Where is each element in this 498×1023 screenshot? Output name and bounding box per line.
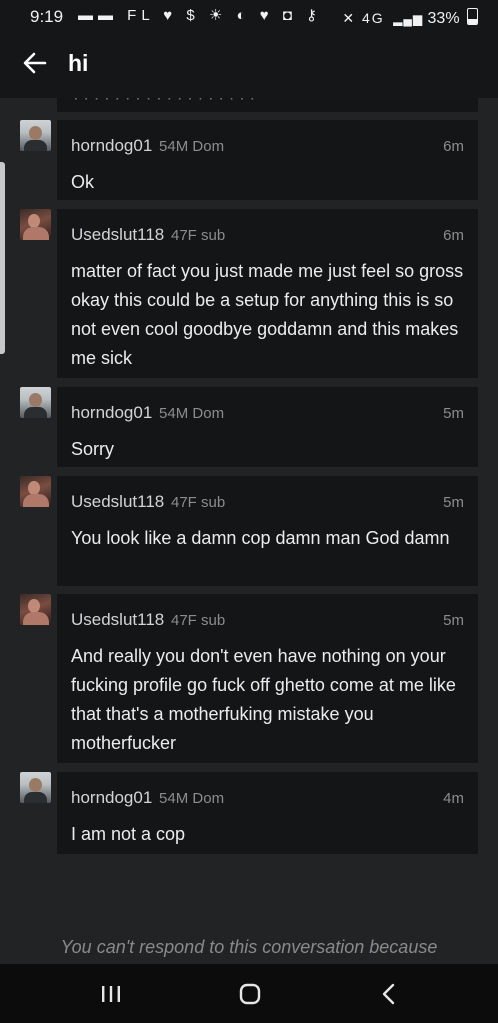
- username[interactable]: horndog01: [71, 788, 152, 807]
- message-bubble: horndog01 54M Dom 5m Sorry: [57, 387, 478, 467]
- back-icon[interactable]: [370, 978, 410, 1010]
- message-bubble: horndog01 54M Dom 4m I am not a cop: [57, 772, 478, 854]
- avatar[interactable]: [20, 209, 51, 240]
- username[interactable]: Usedslut118: [71, 225, 164, 244]
- user-info: 47F sub: [170, 612, 226, 629]
- battery-percent: 33%: [427, 10, 460, 27]
- previous-message-tail: · · · · · · · · · · · · · · · · · ·: [57, 98, 478, 112]
- message-meta: horndog01 54M Dom: [71, 136, 224, 156]
- message-time: 5m: [443, 405, 464, 422]
- user-info: 47F sub: [170, 227, 226, 244]
- message-text: And really you don't even have nothing o…: [71, 646, 456, 753]
- user-info: 54M Dom: [159, 405, 225, 422]
- message-text: Ok: [71, 172, 95, 192]
- message-time: 6m: [443, 138, 464, 155]
- status-time: 9:19: [30, 7, 64, 26]
- back-arrow-icon[interactable]: [20, 48, 50, 78]
- message-time: 4m: [443, 790, 464, 807]
- message-meta: horndog01 54M Dom: [71, 403, 224, 423]
- user-info: 47F sub: [170, 494, 226, 511]
- conversation-closed-notice: You can't respond to this conversation b…: [60, 937, 438, 957]
- message-text: You look like a damn cop damn man God da…: [71, 528, 450, 548]
- signal-bars-icon: ▂▄▆: [393, 12, 424, 26]
- message-meta: Usedslut118 47F sub: [71, 492, 225, 512]
- system-nav-bar: [0, 964, 498, 1023]
- message-time: 6m: [443, 227, 464, 244]
- conversation-list[interactable]: · · · · · · · · · · · · · · · · · · horn…: [0, 98, 498, 964]
- avatar[interactable]: [20, 476, 51, 507]
- message-bubble: Usedslut118 47F sub 6m matter of fact yo…: [57, 209, 478, 378]
- message-bubble: Usedslut118 47F sub 5m And really you do…: [57, 594, 478, 763]
- username[interactable]: horndog01: [71, 136, 152, 155]
- username[interactable]: horndog01: [71, 403, 152, 422]
- home-icon[interactable]: [230, 978, 270, 1010]
- message-meta: horndog01 54M Dom: [71, 788, 224, 808]
- user-info: 54M Dom: [159, 790, 225, 807]
- avatar[interactable]: [20, 387, 51, 418]
- app-bar: hi: [0, 34, 498, 98]
- message-meta: Usedslut118 47F sub: [71, 610, 225, 630]
- status-right: ✕ 4G ▂▄▆ 33%: [342, 6, 478, 28]
- message-text: matter of fact you just made me just fee…: [71, 261, 464, 368]
- signal-icon: ✕ 4G: [342, 10, 385, 26]
- avatar[interactable]: [20, 594, 51, 625]
- recent-apps-icon[interactable]: [91, 978, 131, 1010]
- username[interactable]: Usedslut118: [71, 492, 164, 511]
- avatar[interactable]: [20, 772, 51, 803]
- message-time: 5m: [443, 494, 464, 511]
- message-meta: Usedslut118 47F sub: [71, 225, 225, 245]
- scrollbar[interactable]: [0, 162, 5, 354]
- status-bar: 9:19 ▬▬ FL ♥ $ ☀ ◐ ♥ ◘ ⚷ ✕ 4G ▂▄▆ 33%: [0, 0, 498, 34]
- message-text: Sorry: [71, 439, 115, 459]
- message-bubble: Usedslut118 47F sub 5m You look like a d…: [57, 476, 478, 586]
- avatar[interactable]: [20, 120, 51, 151]
- username[interactable]: Usedslut118: [71, 610, 164, 629]
- user-info: 54M Dom: [159, 138, 225, 155]
- notification-icons: ▬▬ FL ♥ $ ☀ ◐ ♥ ◘ ⚷: [78, 7, 322, 24]
- message-text: I am not a cop: [71, 824, 186, 844]
- battery-icon: [467, 8, 478, 25]
- message-time: 5m: [443, 612, 464, 629]
- message-bubble: horndog01 54M Dom 6m Ok: [57, 120, 478, 200]
- conversation-title: hi: [68, 50, 89, 76]
